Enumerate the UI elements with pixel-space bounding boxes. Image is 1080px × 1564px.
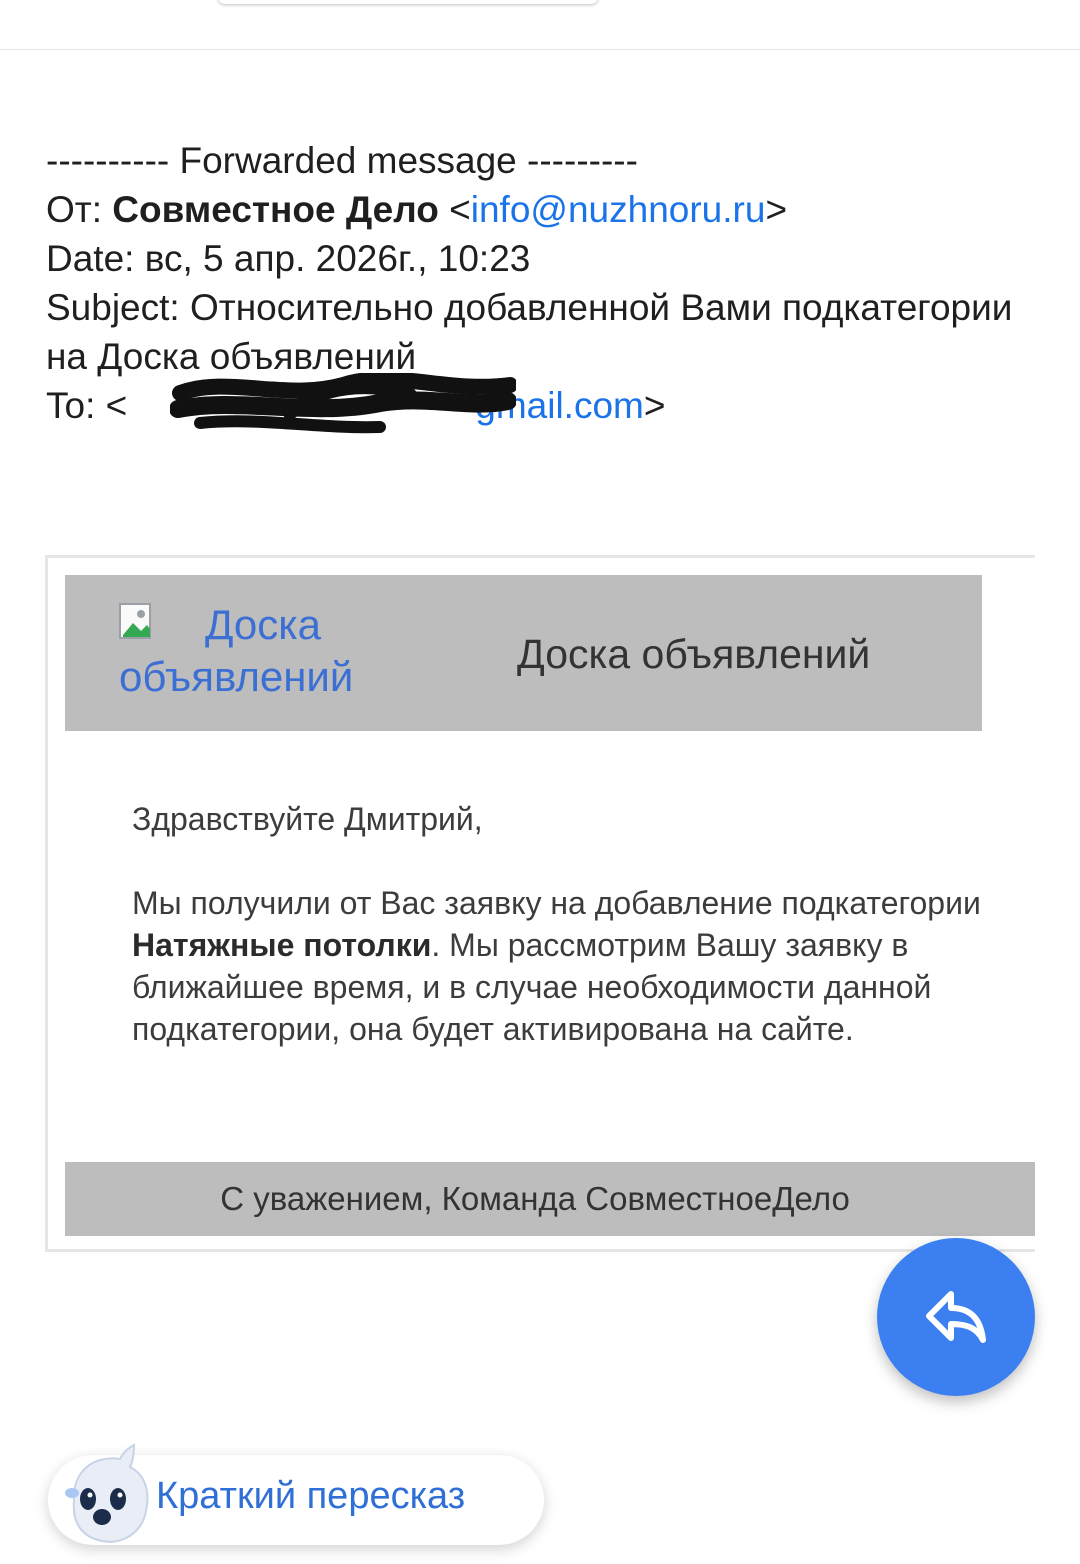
mascot-icon <box>65 1443 149 1543</box>
to-line: To: < gmail.com> <box>46 373 1046 434</box>
subject-value: Относительно добавленной Вами подкатегор… <box>46 287 1013 377</box>
forwarded-header: ---------- Forwarded message --------- О… <box>46 136 1046 434</box>
email-card: Доска объявлений Доска объявлений Здравс… <box>45 555 1035 1252</box>
card-header: Доска объявлений Доска объявлений <box>65 575 982 731</box>
from-label: От: <box>46 189 113 230</box>
body-text-start: Мы получили от Вас заявку на добавление … <box>132 885 981 921</box>
top-search-pill[interactable] <box>218 0 598 4</box>
divider <box>0 49 1080 50</box>
to-email-link[interactable]: gmail.com <box>475 385 644 426</box>
from-line: От: Совместное Дело <info@nuzhnoru.ru> <box>46 189 788 230</box>
from-name: Совместное Дело <box>112 189 439 230</box>
footer-signature: С уважением, Команда СовместноеДело <box>220 1180 850 1217</box>
from-email-link[interactable]: info@nuzhnoru.ru <box>471 189 766 230</box>
forwarded-title: ---------- Forwarded message --------- <box>46 140 638 181</box>
redaction-scribble <box>170 373 516 434</box>
greeting: Здравствуйте Дмитрий, <box>132 801 483 837</box>
reply-button[interactable] <box>877 1238 1035 1396</box>
date-line: Date: вс, 5 апр. 2026г., 10:23 <box>46 234 1046 283</box>
subject-label: Subject: <box>46 287 190 328</box>
date-value: вс, 5 апр. 2026г., 10:23 <box>144 238 531 279</box>
message-body: Здравствуйте Дмитрий, Мы получили от Вас… <box>132 798 1012 1092</box>
card-footer: С уважением, Команда СовместноеДело <box>65 1162 1035 1236</box>
subcategory-name: Натяжные потолки <box>132 927 432 963</box>
message-paragraph: Мы получили от Вас заявку на добавление … <box>132 882 1012 1050</box>
reply-icon <box>926 1291 986 1343</box>
summary-chip[interactable]: Краткий пересказ <box>48 1443 544 1545</box>
subject-line: Subject: Относительно добавленной Вами п… <box>46 283 1046 381</box>
header-title: Доска объявлений <box>517 631 871 677</box>
to-label: To: <box>46 385 106 426</box>
logo-link[interactable]: Доска объявлений <box>119 599 449 703</box>
summary-label: Краткий пересказ <box>156 1475 466 1517</box>
date-label: Date: <box>46 238 145 279</box>
